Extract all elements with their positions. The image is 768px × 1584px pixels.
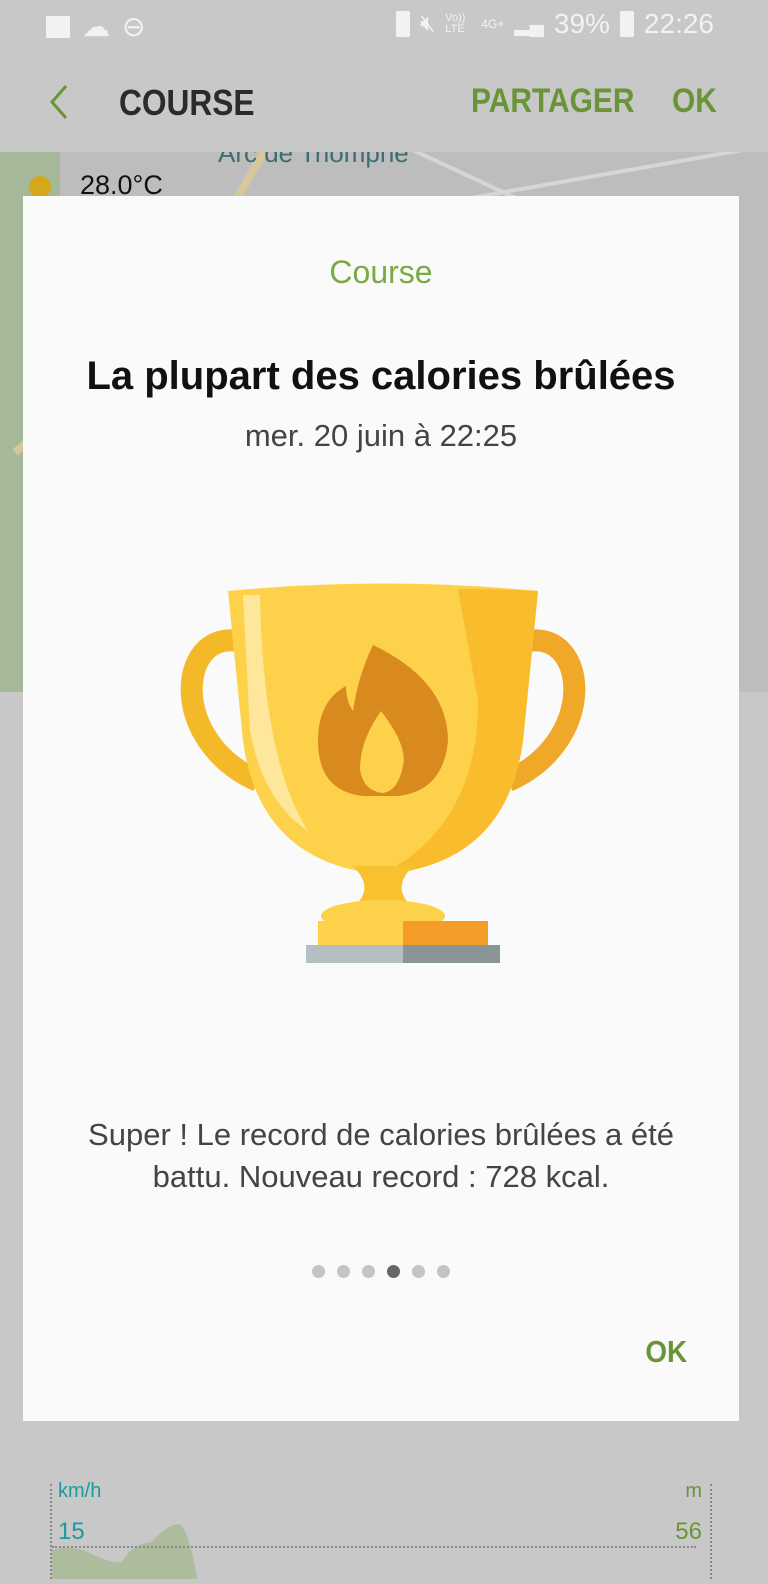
page-dot[interactable] bbox=[437, 1265, 450, 1278]
cloud-icon: ☁ bbox=[82, 11, 110, 42]
app-bar: COURSE PARTAGER OK bbox=[0, 52, 768, 152]
elevation-max: 56 bbox=[675, 1518, 702, 1545]
mute-icon: 🔇︎ bbox=[420, 10, 436, 37]
page-dot[interactable] bbox=[412, 1265, 425, 1278]
clock: 22:26 bbox=[643, 8, 714, 39]
back-button[interactable] bbox=[44, 80, 74, 124]
status-bar: ☁ ⊖ 🔇︎ Vo)) LTE 4G+ ▂▄ 39% 22:26 bbox=[0, 0, 768, 52]
speed-max: 15 bbox=[58, 1518, 85, 1545]
achievement-dialog: Course La plupart des calories brûlées m… bbox=[23, 196, 739, 1421]
weather-sun-icon bbox=[29, 176, 51, 198]
share-button[interactable]: PARTAGER bbox=[471, 82, 634, 121]
dialog-subtitle: Course bbox=[329, 254, 433, 290]
dialog-title: La plupart des calories brûlées bbox=[86, 354, 676, 398]
dnd-icon: ⊖ bbox=[122, 11, 146, 42]
page-dot[interactable] bbox=[312, 1265, 325, 1278]
dialog-date: mer. 20 juin à 22:25 bbox=[244, 418, 518, 453]
battery-icon bbox=[619, 11, 634, 37]
dialog-message: Super ! Le record de calories brûlées a … bbox=[88, 1117, 674, 1194]
page-title: COURSE bbox=[119, 82, 255, 123]
elevation-unit: m bbox=[685, 1480, 702, 1502]
page-indicator[interactable] bbox=[23, 1265, 739, 1278]
elevation-area bbox=[52, 1524, 197, 1579]
trophy-flame-icon bbox=[180, 583, 586, 963]
dialog-ok-button[interactable]: OK bbox=[645, 1334, 687, 1370]
grid-line bbox=[52, 1546, 696, 1548]
network-label: 4G+ bbox=[481, 17, 505, 31]
page-dot[interactable] bbox=[362, 1265, 375, 1278]
signal-icon: ▂▄ bbox=[514, 13, 544, 36]
landmark-label: Arc de Triomphe bbox=[218, 152, 409, 168]
speed-unit: km/h bbox=[58, 1480, 102, 1502]
battery-saver-icon bbox=[396, 11, 411, 37]
volte-label: Vo)) LTE bbox=[445, 12, 466, 35]
battery-percent: 39% bbox=[553, 8, 610, 39]
page-dot-active[interactable] bbox=[387, 1265, 400, 1278]
speed-elevation-chart: km/h m 15 56 bbox=[50, 1480, 712, 1579]
ok-button[interactable]: OK bbox=[672, 82, 717, 121]
page-dot[interactable] bbox=[337, 1265, 350, 1278]
gallery-icon bbox=[46, 15, 70, 38]
